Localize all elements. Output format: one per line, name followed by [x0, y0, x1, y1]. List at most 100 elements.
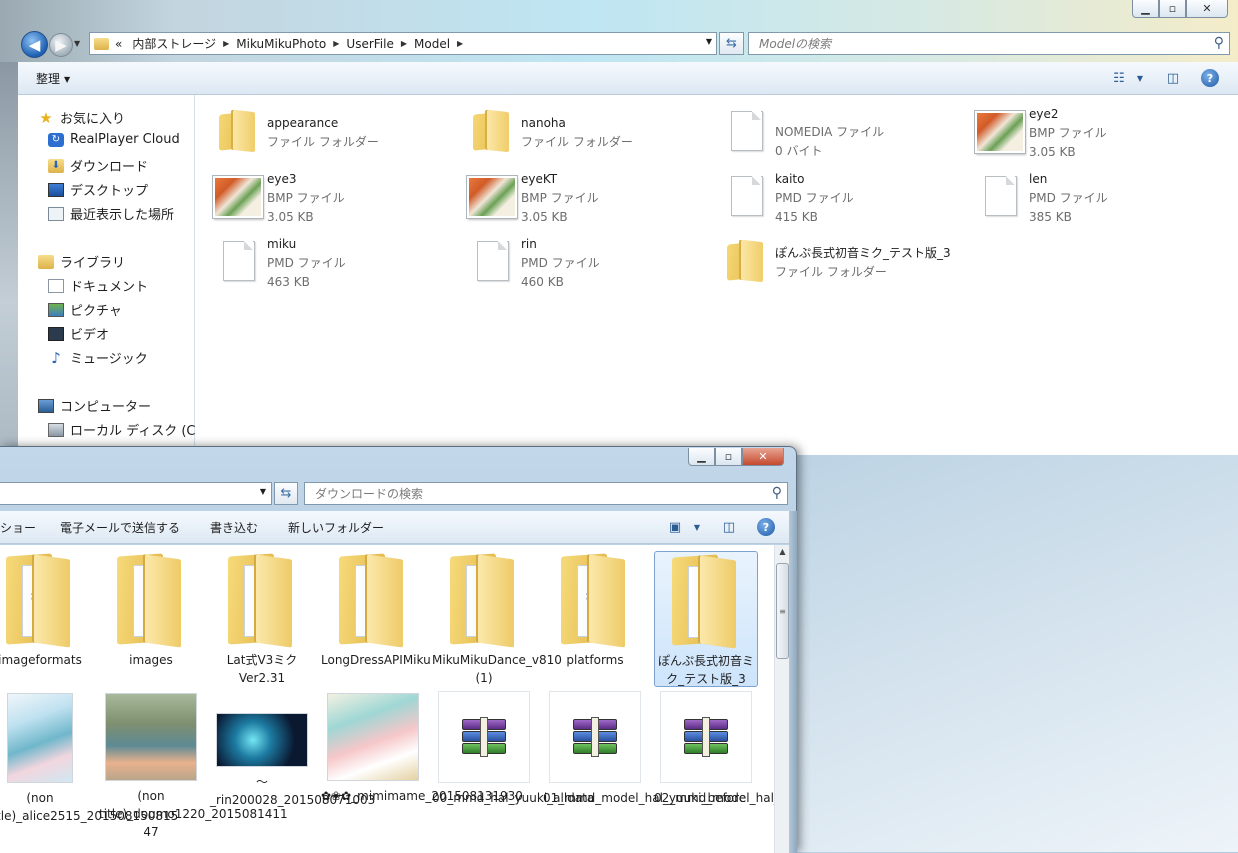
nav-favorites[interactable]: ★ お気に入り: [38, 108, 125, 128]
breadcrumb-arrow-icon[interactable]: ▶: [333, 39, 339, 48]
back-button[interactable]: ◀: [21, 31, 48, 58]
archive-tile[interactable]: 00_mmd_hal_yuuki_alldata: [432, 691, 594, 807]
minimize-button[interactable]: ▁: [1132, 0, 1159, 18]
scrollbar-thumb[interactable]: ≡: [776, 563, 789, 659]
file-item[interactable]: nanoha ファイル フォルダー: [467, 105, 717, 161]
maximize-button[interactable]: ▫: [1159, 0, 1186, 18]
archive-icon: [660, 691, 752, 783]
view-options-icon[interactable]: ▣: [666, 519, 684, 535]
address-dropdown-icon[interactable]: ▼: [706, 37, 712, 46]
breadcrumb-item[interactable]: MikuMikuPhoto ▶: [236, 37, 346, 51]
file-item[interactable]: miku PMD ファイル 463 KB: [213, 235, 463, 291]
slideshow-button[interactable]: ショー: [0, 519, 36, 536]
search-icon[interactable]: ⚲: [1214, 35, 1224, 51]
folder-icon: [111, 551, 191, 647]
address-bar[interactable]: « 内部ストレージ ▶ MikuMikuPhoto ▶ UserFile ▶ Mode…: [89, 32, 717, 55]
file-grid: imageformats images Lat式V3ミクVer2.31 Long…: [0, 545, 774, 853]
image-tile[interactable]: (non title)_doumo1220_2015081411 47: [99, 693, 288, 841]
refresh-button[interactable]: ⇆: [719, 32, 744, 55]
email-button[interactable]: 電子メールで送信する: [60, 519, 180, 536]
file-item[interactable]: kaito PMD ファイル 415 KB: [721, 170, 971, 226]
close-button[interactable]: ✕: [1186, 0, 1228, 18]
image-thumbnail: [327, 693, 419, 781]
refresh-button[interactable]: ⇆: [274, 482, 298, 505]
breadcrumb-arrow-icon[interactable]: ▶: [401, 39, 407, 48]
image-tile[interactable]: ～_rin200028_201508071003: [210, 693, 375, 809]
search-icon[interactable]: ⚲: [772, 485, 782, 501]
breadcrumb-item[interactable]: UserFile ▶: [346, 37, 414, 51]
nav-item-pictures[interactable]: ピクチャ: [48, 300, 122, 319]
nav-item-documents[interactable]: ドキュメント: [48, 276, 148, 295]
folder-tile-selected[interactable]: ぽんぷ長式初音ミク_テスト版_3: [654, 551, 758, 687]
view-options-icon[interactable]: ☷: [1110, 70, 1128, 86]
folder-tile[interactable]: platforms: [543, 551, 647, 669]
search-input[interactable]: ダウンロードの検索 ⚲: [304, 482, 788, 505]
file-item[interactable]: eye2 BMP ファイル 3.05 KB: [975, 105, 1225, 161]
desktop-icon: [48, 182, 64, 197]
archive-tile[interactable]: 02_mmd_model_hal_yuuki_after: [654, 691, 774, 807]
folder-tile[interactable]: MikuMikuDance_v810 (1): [432, 551, 562, 687]
file-item[interactable]: len PMD ファイル 385 KB: [975, 170, 1225, 226]
folder-icon: [666, 552, 746, 648]
file-item[interactable]: NOMEDIA ファイル 0 バイト: [721, 105, 971, 161]
new-folder-button[interactable]: 新しいフォルダー: [288, 519, 384, 536]
view-dropdown-icon[interactable]: ▼: [688, 519, 706, 535]
breadcrumb-arrow-icon[interactable]: ▶: [457, 39, 463, 48]
minimize-button[interactable]: ▁: [688, 448, 715, 466]
maximize-button[interactable]: ▫: [715, 448, 742, 466]
nav-item-music[interactable]: ♪ ミュージック: [48, 348, 148, 368]
folder-icon: [0, 551, 80, 647]
file-item[interactable]: eyeKT BMP ファイル 3.05 KB: [467, 170, 717, 226]
search-input[interactable]: Modelの検索 ⚲: [748, 32, 1230, 55]
help-button[interactable]: ?: [757, 518, 775, 536]
folder-tile[interactable]: LongDressAPIMiku: [321, 551, 431, 669]
address-bar[interactable]: ▼: [0, 482, 272, 505]
nav-item-videos[interactable]: ビデオ: [48, 324, 109, 343]
recent-pages-dropdown[interactable]: ▼: [74, 39, 80, 48]
breadcrumb-arrow-icon[interactable]: ▶: [223, 39, 229, 48]
organize-button[interactable]: 整理 ▼: [36, 70, 70, 87]
forward-button[interactable]: ▶: [49, 33, 73, 57]
folder-tile[interactable]: Lat式V3ミクVer2.31: [210, 551, 314, 687]
file-item[interactable]: rin PMD ファイル 460 KB: [467, 235, 717, 291]
preview-pane-icon[interactable]: ◫: [720, 519, 738, 535]
vertical-scrollbar[interactable]: ▲ ≡: [774, 545, 789, 853]
window-controls: ▁ ▫ ✕: [688, 448, 784, 466]
breadcrumb-overflow[interactable]: «: [115, 37, 122, 51]
folder-tile[interactable]: images: [99, 551, 203, 669]
burn-button[interactable]: 書き込む: [210, 519, 258, 536]
archive-tile[interactable]: 01_mmd_model_hal_yuuki_before: [543, 691, 746, 807]
cloud-icon: ↻: [48, 132, 64, 147]
window-controls: ▁ ▫ ✕: [1132, 0, 1228, 18]
library-icon: [38, 254, 54, 269]
image-tile[interactable]: ✿❀✿_mimimame_201508131930: [321, 693, 523, 805]
blank-file-icon: [721, 105, 769, 153]
breadcrumb-item[interactable]: 内部ストレージ ▶: [132, 35, 236, 52]
window-frame-right: [789, 511, 797, 853]
nav-item-realplayer-cloud[interactable]: ↻ RealPlayer Cloud: [48, 132, 180, 147]
preview-pane-icon[interactable]: ◫: [1164, 70, 1182, 86]
blank-file-icon: [721, 170, 769, 218]
file-item[interactable]: appearance ファイル フォルダー: [213, 105, 463, 161]
file-item[interactable]: ぽんぷ長式初音ミク_テスト版_3 ファイル フォルダー: [721, 235, 1021, 291]
address-dropdown-icon[interactable]: ▼: [260, 487, 266, 496]
folder-tile[interactable]: imageformats: [0, 551, 92, 669]
breadcrumb-item[interactable]: Model ▶: [414, 37, 470, 51]
recent-places-icon: [48, 206, 64, 221]
help-button[interactable]: ?: [1201, 69, 1219, 87]
nav-item-local-disk[interactable]: ローカル ディスク (C:: [48, 420, 200, 439]
nav-item-downloads[interactable]: ⬇ ダウンロード: [48, 156, 148, 175]
nav-computer[interactable]: コンピューター: [38, 396, 151, 415]
image-thumbnail: [216, 713, 308, 767]
image-thumbnail: [105, 693, 197, 781]
bitmap-thumbnail-icon: [467, 170, 517, 218]
scroll-up-arrow-icon[interactable]: ▲: [775, 547, 790, 556]
nav-libraries[interactable]: ライブラリ: [38, 252, 125, 271]
nav-item-recent-places[interactable]: 最近表示した場所: [48, 204, 174, 223]
command-bar: 整理 ▼ ☷ ▼ ◫ ?: [18, 62, 1238, 95]
close-button[interactable]: ✕: [742, 448, 784, 466]
image-tile[interactable]: (non title)_alice2515_201508150815: [0, 693, 178, 825]
view-dropdown-icon[interactable]: ▼: [1131, 70, 1149, 86]
nav-item-desktop[interactable]: デスクトップ: [48, 180, 148, 199]
file-item[interactable]: eye3 BMP ファイル 3.05 KB: [213, 170, 463, 226]
